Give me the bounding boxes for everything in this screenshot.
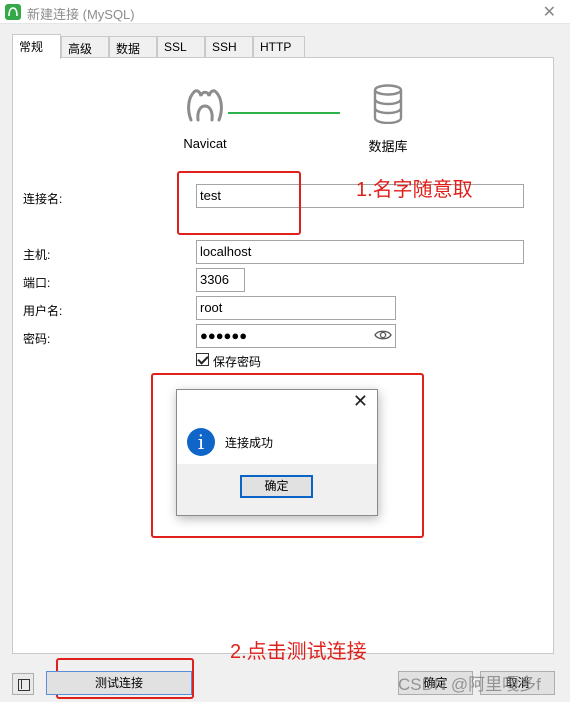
connection-name-label: 连接名: xyxy=(23,192,63,206)
password-label: 密码: xyxy=(23,332,51,346)
port-label: 端口: xyxy=(23,276,51,290)
save-password-label: 保存密码 xyxy=(213,355,262,369)
password-input[interactable]: ●●●●●● xyxy=(196,324,396,348)
navicat-app-icon xyxy=(5,4,21,20)
navicat-logo-icon xyxy=(184,84,226,129)
tab-http[interactable]: HTTP xyxy=(253,36,305,58)
info-icon: i xyxy=(187,428,215,456)
test-connection-button[interactable]: 测试连接 xyxy=(46,671,192,695)
dialog-message: 连接成功 xyxy=(225,436,274,450)
host-label: 主机: xyxy=(23,248,51,262)
tab-ssl[interactable]: SSL xyxy=(157,36,205,58)
tab-databases[interactable]: 数据库 xyxy=(109,36,157,73)
password-value: ●●●●●● xyxy=(200,328,248,343)
database-icon xyxy=(372,84,404,127)
connection-success-dialog: ✕ i 连接成功 确定 xyxy=(176,389,378,516)
annotation-name-tip: 1.名字随意取 xyxy=(356,179,473,201)
general-tab-panel: Navicat 数据库 连接名: test 主机: localhost 端口: … xyxy=(12,57,554,654)
window-close-button[interactable]: ✕ xyxy=(543,2,556,22)
csdn-watermark: CSDN @阿里嘎多f xyxy=(398,675,541,694)
tab-ssh[interactable]: SSH xyxy=(205,36,253,58)
dialog-body: i 连接成功 xyxy=(177,416,377,464)
connection-line xyxy=(228,112,340,114)
username-label: 用户名: xyxy=(23,304,63,318)
toggle-panel-icon[interactable] xyxy=(12,673,34,695)
annotation-test-tip: 2.点击测试连接 xyxy=(230,641,367,663)
username-input[interactable]: root xyxy=(196,296,396,320)
port-input[interactable]: 3306 xyxy=(196,268,245,292)
annotation-box-name xyxy=(177,171,301,235)
dialog-close-button[interactable]: ✕ xyxy=(353,391,368,412)
tab-advanced[interactable]: 高级 xyxy=(61,36,109,58)
save-password-checkbox[interactable] xyxy=(196,353,209,366)
connection-graphic: Navicat 数据库 xyxy=(171,84,411,184)
database-caption: 数据库 xyxy=(368,139,408,154)
dialog-ok-button[interactable]: 确定 xyxy=(240,475,313,498)
navicat-caption: Navicat xyxy=(183,136,227,151)
title-bar: 新建连接 (MySQL) ✕ xyxy=(0,0,570,24)
host-input[interactable]: localhost xyxy=(196,240,524,264)
tab-general[interactable]: 常规 xyxy=(12,34,61,59)
window-title: 新建连接 (MySQL) xyxy=(27,7,135,22)
show-password-eye-icon[interactable] xyxy=(374,328,392,345)
